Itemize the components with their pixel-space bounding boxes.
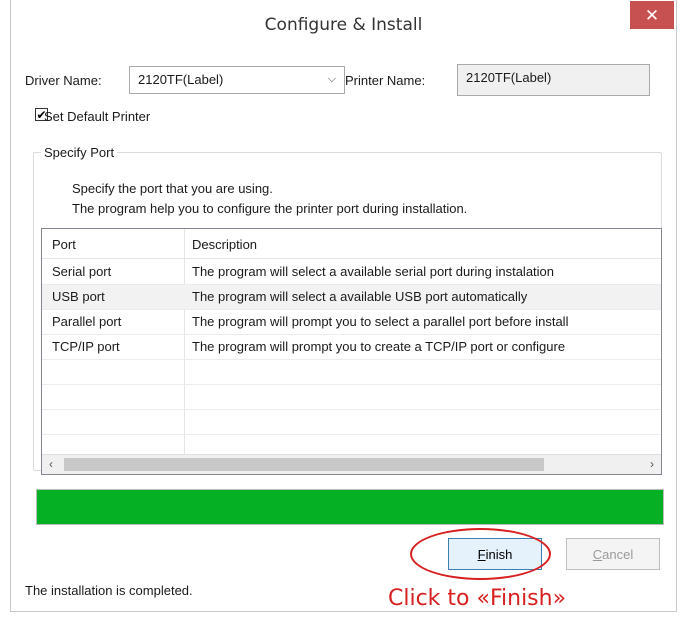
- horizontal-scrollbar[interactable]: ‹ ›: [42, 454, 661, 474]
- description-cell: The program will select a available USB …: [192, 289, 528, 304]
- column-header-description[interactable]: Description: [192, 237, 257, 252]
- port-cell: Parallel port: [52, 314, 122, 329]
- title-bar: Configure & Install ✕: [11, 0, 676, 52]
- port-cell: USB port: [52, 289, 105, 304]
- empty-row: [42, 360, 661, 385]
- window-title: Configure & Install: [264, 15, 423, 35]
- configure-install-dialog: Configure & Install ✕ Driver Name: 2120T…: [10, 0, 677, 612]
- finish-label: inish: [485, 546, 513, 562]
- empty-row: [42, 410, 661, 435]
- ports-list[interactable]: Port Description Serial port The program…: [41, 228, 662, 475]
- status-text: The installation is completed.: [25, 583, 193, 598]
- printer-name-value: 2120TF(Label): [466, 70, 552, 85]
- chevron-right-icon[interactable]: ›: [650, 457, 654, 471]
- printer-name-field: 2120TF(Label): [457, 64, 650, 96]
- port-help-line-1: Specify the port that you are using.: [72, 181, 273, 196]
- cancel-label: ancel: [602, 546, 634, 562]
- ports-list-header: Port Description: [42, 229, 661, 259]
- cancel-accelerator: C: [592, 546, 603, 562]
- cancel-button[interactable]: Cancel: [566, 538, 660, 570]
- table-row[interactable]: USB port The program will select a avail…: [42, 285, 661, 310]
- annotation-text: Click to «Finish»: [388, 586, 567, 611]
- chevron-left-icon[interactable]: ‹: [49, 457, 53, 471]
- port-cell: Serial port: [52, 264, 112, 279]
- chevron-down-icon: ⌵: [327, 73, 336, 85]
- close-button[interactable]: ✕: [630, 1, 674, 29]
- printer-name-label: Printer Name:: [345, 73, 426, 88]
- finish-accelerator: F: [477, 546, 486, 562]
- port-cell: TCP/IP port: [52, 339, 120, 354]
- close-icon: ✕: [644, 5, 660, 25]
- table-row[interactable]: Serial port The program will select a av…: [42, 260, 661, 285]
- column-header-port[interactable]: Port: [52, 237, 76, 252]
- driver-name-value: 2120TF(Label): [138, 72, 224, 87]
- port-help-line-2: The program help you to configure the pr…: [72, 201, 468, 216]
- scrollbar-thumb[interactable]: [64, 458, 544, 471]
- description-cell: The program will select a available seri…: [192, 264, 555, 279]
- driver-name-dropdown[interactable]: 2120TF(Label) ⌵: [129, 66, 345, 94]
- description-cell: The program will prompt you to create a …: [192, 339, 566, 354]
- set-default-printer-label: Set Default Printer: [44, 109, 151, 124]
- table-row[interactable]: TCP/IP port The program will prompt you …: [42, 335, 661, 360]
- driver-name-label: Driver Name:: [25, 73, 102, 88]
- description-cell: The program will prompt you to select a …: [192, 314, 569, 329]
- finish-button[interactable]: Finish: [448, 538, 542, 570]
- specify-port-legend: Specify Port: [41, 145, 118, 160]
- install-progress-bar: [36, 489, 664, 525]
- progress-fill: [37, 490, 663, 524]
- empty-row: [42, 385, 661, 410]
- table-row[interactable]: Parallel port The program will prompt yo…: [42, 310, 661, 335]
